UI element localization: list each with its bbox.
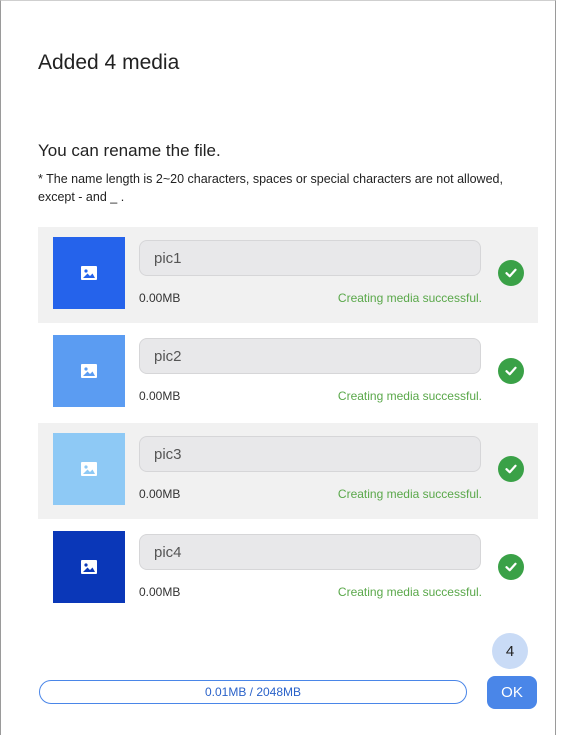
check-circle-icon (498, 260, 524, 286)
image-icon (81, 364, 97, 378)
media-size: 0.00MB (139, 291, 181, 305)
image-icon (81, 462, 97, 476)
media-size: 0.00MB (139, 585, 181, 599)
media-status: Creating media successful. (337, 585, 482, 599)
media-size: 0.00MB (139, 487, 181, 501)
ok-button[interactable]: OK (487, 676, 537, 709)
media-thumbnail (53, 433, 125, 505)
image-icon (81, 266, 97, 280)
media-name-input[interactable] (139, 338, 481, 374)
media-item: 0.00MB Creating media successful. (38, 521, 538, 617)
dialog-title: Added 4 media (38, 51, 180, 74)
media-status: Creating media successful. (337, 389, 482, 403)
add-media-dialog: Added 4 media You can rename the file. *… (0, 0, 556, 735)
media-name-input[interactable] (139, 534, 481, 570)
media-item: 0.00MB Creating media successful. (38, 227, 538, 323)
media-thumbnail (53, 531, 125, 603)
check-circle-icon (498, 554, 524, 580)
selected-count-badge: 4 (492, 633, 528, 669)
name-rules-hint: * The name length is 2~20 characters, sp… (38, 172, 503, 204)
media-thumbnail (53, 237, 125, 309)
media-item: 0.00MB Creating media successful. (38, 325, 538, 421)
media-name-input[interactable] (139, 240, 481, 276)
media-list: 0.00MB Creating media successful. 0.00MB… (38, 227, 538, 619)
check-circle-icon (498, 456, 524, 482)
storage-usage-label: 0.01MB / 2048MB (204, 685, 302, 699)
media-thumbnail (53, 335, 125, 407)
storage-usage-bar: 0.01MB / 2048MB (39, 680, 467, 704)
media-status: Creating media successful. (337, 487, 482, 501)
rename-instruction: You can rename the file. (38, 141, 221, 160)
media-name-input[interactable] (139, 436, 481, 472)
image-icon (81, 560, 97, 574)
media-size: 0.00MB (139, 389, 181, 403)
media-status: Creating media successful. (337, 291, 482, 305)
check-circle-icon (498, 358, 524, 384)
media-item: 0.00MB Creating media successful. (38, 423, 538, 519)
